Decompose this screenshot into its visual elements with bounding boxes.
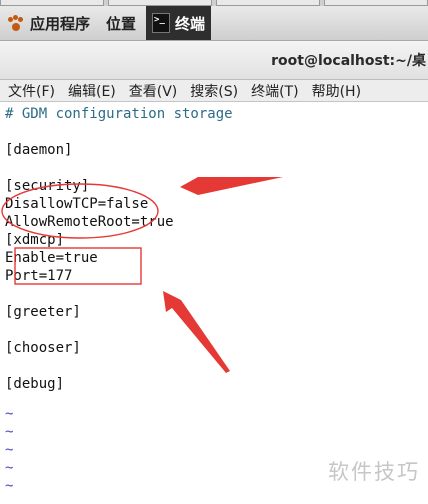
applications-label: 应用程序 <box>30 14 91 33</box>
terminal-menubar: 文件(F) 编辑(E) 查看(V) 搜索(S) 终端(T) 帮助(H) <box>0 80 428 102</box>
gnome-top-panel: 应用程序 位置 >_ 终端 <box>0 6 428 41</box>
editor-empty-line-marker: ~ <box>5 442 14 458</box>
editor-line-enable: Enable=true <box>5 250 98 266</box>
watermark: 软件技巧 <box>328 460 420 484</box>
editor-empty-line-marker: ~ <box>5 406 14 422</box>
editor-line-section-xdmcp: [xdmcp] <box>5 232 65 248</box>
editor-line-port: Port=177 <box>5 268 73 284</box>
editor-line-section-daemon: [daemon] <box>5 142 73 158</box>
places-menu[interactable]: 位置 <box>106 13 136 34</box>
editor-line-section-greeter: [greeter] <box>5 304 81 320</box>
editor-empty-line-marker: ~ <box>5 460 14 476</box>
editor-line-allowremoteroot: AllowRemoteRoot=true <box>5 214 174 230</box>
menu-help[interactable]: 帮助(H) <box>312 81 361 101</box>
menu-terminal[interactable]: 终端(T) <box>251 81 298 101</box>
window-titlebar[interactable]: root@localhost:~/桌 <box>0 41 428 80</box>
editor-line-section-debug: [debug] <box>5 376 65 392</box>
menu-search[interactable]: 搜索(S) <box>190 81 238 101</box>
editor-line-section-security: [security] <box>5 178 90 194</box>
editor-empty-line-marker: ~ <box>5 424 14 440</box>
terminal-launcher-label: 终端 <box>175 14 206 33</box>
menu-edit[interactable]: 编辑(E) <box>68 81 116 101</box>
menu-file[interactable]: 文件(F) <box>8 81 55 101</box>
applications-menu[interactable]: 应用程序 <box>8 6 90 40</box>
editor-line-section-chooser: [chooser] <box>5 340 81 356</box>
editor-line-disallowtcp: DisallowTCP=false <box>5 196 149 212</box>
gnome-foot-icon <box>8 15 24 31</box>
terminal-text-area[interactable]: # GDM configuration storage [daemon] [se… <box>0 103 428 504</box>
terminal-icon: >_ <box>152 13 171 33</box>
editor-empty-line-marker: ~ <box>5 478 14 494</box>
menu-view[interactable]: 查看(V) <box>129 81 178 101</box>
editor-line-comment: # GDM configuration storage <box>5 106 233 122</box>
terminal-launcher[interactable]: >_ 终端 <box>146 6 212 40</box>
window-title: root@localhost:~/桌 <box>271 53 426 69</box>
